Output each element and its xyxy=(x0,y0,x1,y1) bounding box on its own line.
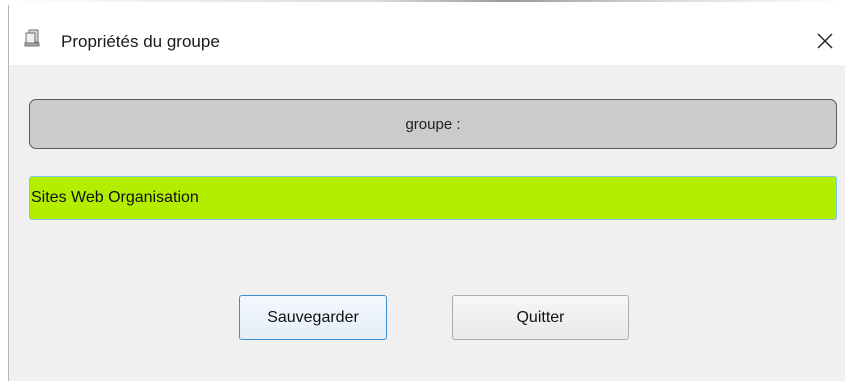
app-window-icon xyxy=(23,28,43,48)
close-button[interactable] xyxy=(805,23,845,59)
background-window-edge xyxy=(0,0,845,2)
group-label: groupe : xyxy=(29,99,837,149)
quit-button[interactable]: Quitter xyxy=(452,295,629,340)
close-icon xyxy=(817,33,833,49)
group-properties-dialog: Propriétés du groupe groupe : Sauvegarde… xyxy=(8,5,845,381)
save-button[interactable]: Sauvegarder xyxy=(239,295,387,340)
window-title: Propriétés du groupe xyxy=(61,32,220,51)
group-name-input[interactable] xyxy=(29,176,837,220)
title-bar[interactable]: Propriétés du groupe xyxy=(9,5,845,65)
